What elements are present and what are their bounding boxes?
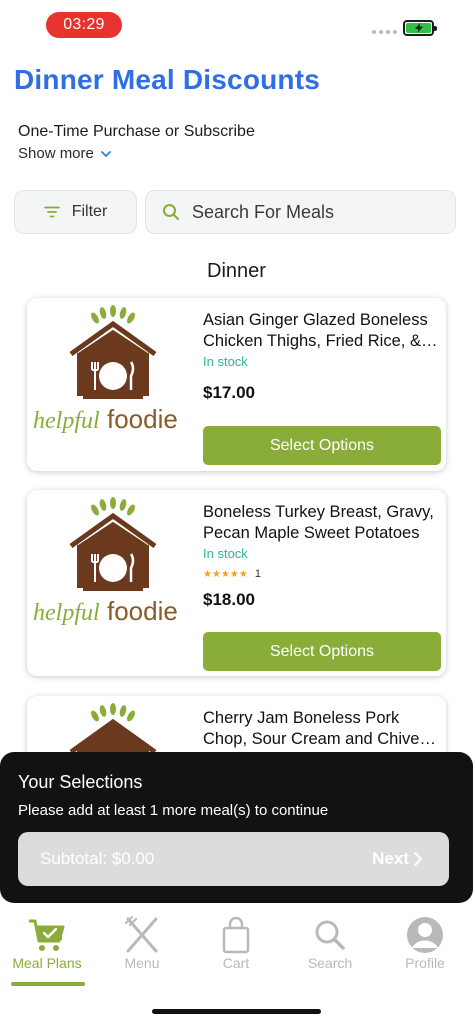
select-options-button[interactable]: Select Options (203, 426, 441, 465)
purchase-subtitle: One-Time Purchase or Subscribe (18, 123, 255, 140)
selections-title: Your Selections (18, 772, 143, 792)
stock-status: In stock (203, 546, 248, 561)
product-price: $18.00 (203, 590, 255, 609)
next-label: Next (372, 849, 409, 868)
product-card[interactable]: helpful foodie Boneless Turkey Breast, G… (27, 490, 446, 676)
selections-panel: Your Selections Please add at least 1 mo… (0, 752, 473, 903)
nav-label: Meal Plans (12, 955, 82, 971)
nav-item-cart[interactable]: Cart (189, 915, 283, 971)
subtotal: Subtotal: $0.00 (40, 849, 154, 869)
filter-label: Filter (71, 203, 108, 220)
brand-name-right: foodie (107, 404, 178, 434)
product-name: Boneless Turkey Breast, Gravy, Pecan Map… (203, 503, 434, 542)
nav-label: Cart (222, 955, 250, 971)
product-name: Asian Ginger Glazed Boneless Chicken Thi… (203, 311, 428, 350)
brand-name-right: foodie (107, 596, 178, 626)
cart-check-icon (29, 919, 65, 951)
select-options-button[interactable]: Select Options (203, 632, 441, 671)
search-icon (163, 204, 179, 220)
search-input[interactable]: Search For Meals (145, 190, 456, 234)
helpful-foodie-logo: helpful foodie (33, 497, 178, 626)
show-more-label: Show more (18, 145, 94, 162)
nav-item-meal-plans[interactable]: Meal Plans (0, 915, 94, 971)
section-title: Dinner (207, 260, 266, 282)
filter-button[interactable]: Filter (14, 190, 137, 234)
product-name: Cherry Jam Boneless Pork Chop, Sour Crea… (203, 709, 420, 748)
profile-icon (407, 917, 443, 953)
status-bar: 03:29 (0, 0, 473, 50)
brand-name-left: helpful (33, 600, 100, 626)
active-tab-indicator (11, 982, 85, 986)
stock-status: In stock (203, 354, 248, 369)
nav-label: Profile (405, 955, 445, 971)
nav-label: Menu (124, 955, 160, 971)
star-rating-icon: ★★★★★ (203, 568, 248, 580)
selections-message: Please add at least 1 more meal(s) to co… (18, 802, 329, 819)
chevron-right-icon (414, 852, 422, 866)
subtotal-value: $0.00 (111, 849, 155, 868)
time-indicator: 03:29 (46, 12, 122, 38)
rating-count: 1 (254, 568, 261, 580)
brand-name-left: helpful (33, 408, 100, 434)
nav-item-search[interactable]: Search (283, 915, 377, 971)
product-card[interactable]: helpful foodie Asian Ginger Glazed Bonel… (27, 298, 446, 471)
signal-icon (372, 30, 397, 34)
show-more-button[interactable]: Show more (18, 145, 112, 162)
search-placeholder: Search For Meals (192, 201, 335, 222)
nav-item-menu[interactable]: Menu (95, 915, 189, 971)
battery-icon (403, 20, 437, 36)
subtotal-label: Subtotal: (40, 849, 108, 868)
fork-knife-icon (125, 916, 158, 953)
filter-icon (43, 206, 60, 218)
search-icon (315, 920, 345, 950)
next-label-group: Next (372, 849, 423, 869)
bottom-nav: Meal Plans Menu Cart Search Profile (0, 905, 473, 987)
nav-item-profile[interactable]: Profile (378, 915, 472, 971)
product-price: $17.00 (203, 383, 255, 402)
nav-label: Search (307, 955, 353, 971)
home-indicator[interactable] (152, 1009, 321, 1014)
helpful-foodie-logo: helpful foodie (33, 305, 178, 434)
next-button[interactable]: Subtotal: $0.00 Next (18, 832, 449, 886)
page-title: Dinner Meal Discounts (14, 64, 321, 95)
bag-icon (222, 916, 250, 954)
rating: ★★★★★ 1 (203, 568, 261, 580)
chevron-down-icon (100, 150, 111, 157)
